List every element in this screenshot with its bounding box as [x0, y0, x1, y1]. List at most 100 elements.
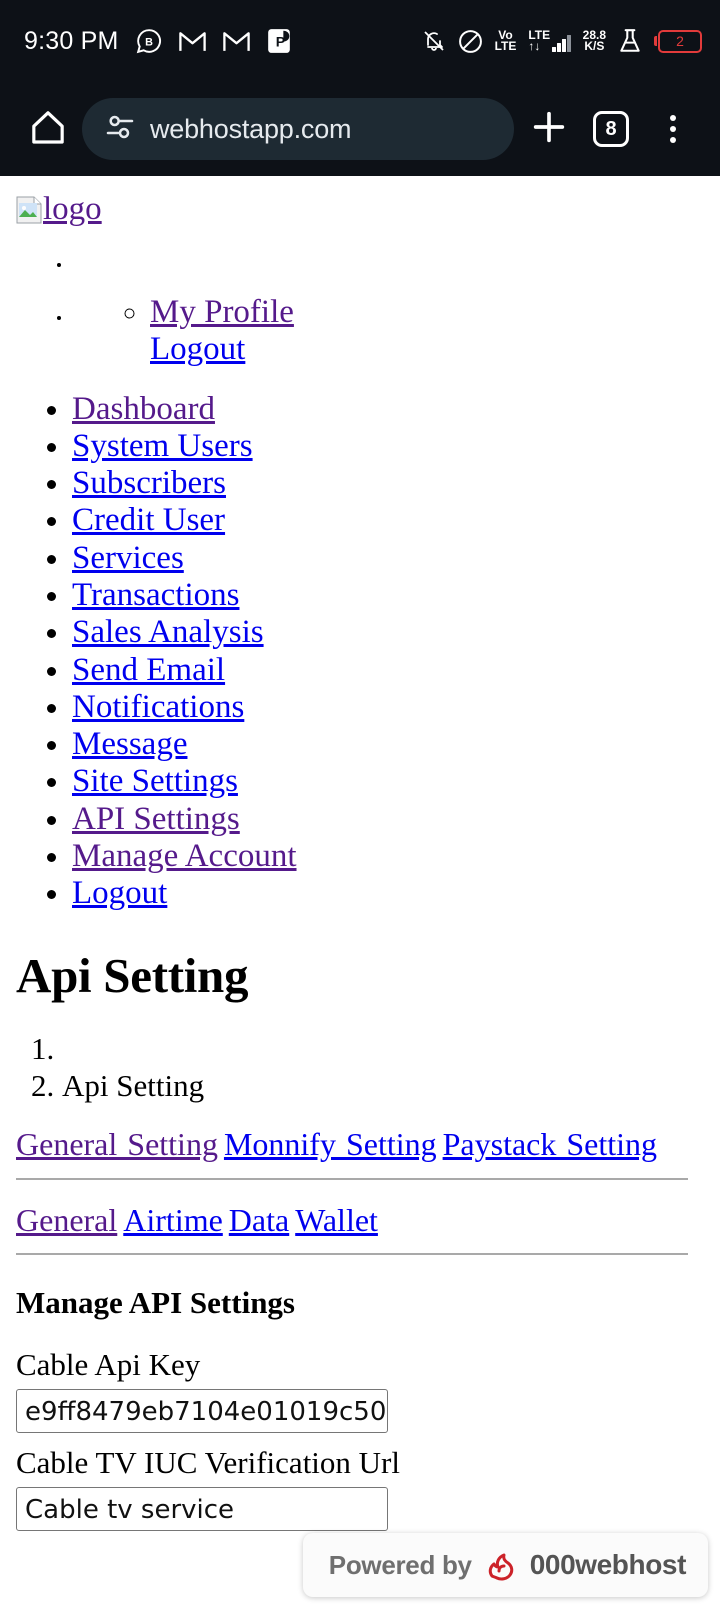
nav-item-message: Message	[72, 726, 720, 763]
nav-link-system-users[interactable]: System Users	[72, 428, 253, 464]
webhost-flame-icon	[482, 1546, 520, 1584]
nav-item-notifications: Notifications	[72, 689, 720, 726]
nav-link-dashboard[interactable]: Dashboard	[72, 391, 215, 427]
chat-bubble-b-icon: B	[136, 28, 162, 54]
webhost-brand-name: 000webhost	[529, 1549, 687, 1580]
nav-link-logout[interactable]: Logout	[72, 875, 167, 911]
status-bar-right: Vo LTE LTE ↑↓ 28.8 K/S 2	[422, 28, 702, 54]
home-icon	[28, 107, 68, 152]
breadcrumb: Api Setting	[0, 1030, 720, 1105]
tab-airtime[interactable]: Airtime	[123, 1202, 223, 1238]
logout-link-top[interactable]: Logout	[150, 331, 245, 367]
field-cable-tv-iuc-url: Cable TV IUC Verification Url Cable tv s…	[16, 1445, 720, 1532]
label-cable-tv-iuc-url: Cable TV IUC Verification Url	[16, 1445, 400, 1481]
my-profile-link[interactable]: My Profile	[150, 294, 294, 330]
tune-sliders-icon[interactable]	[104, 111, 136, 148]
site-logo-area[interactable]: logo	[0, 176, 720, 228]
page-title: Api Setting	[16, 947, 249, 1003]
user-menu-item: My Profile Logout	[150, 294, 720, 369]
nav-item-api-settings: API Settings	[72, 801, 720, 838]
nav-link-notifications[interactable]: Notifications	[72, 689, 244, 725]
list-item-empty	[72, 256, 720, 294]
browser-menu-button[interactable]	[646, 102, 700, 156]
lte-signal-icon: LTE ↑↓	[528, 29, 571, 53]
network-speed-indicator: 28.8 K/S	[583, 29, 606, 53]
user-submenu: My Profile Logout	[72, 294, 720, 369]
nav-link-services[interactable]: Services	[72, 540, 184, 576]
section-title: Manage API Settings	[16, 1285, 295, 1321]
battery-cap	[654, 36, 657, 46]
nav-link-manage-account[interactable]: Manage Account	[72, 838, 297, 874]
nav-link-credit-user[interactable]: Credit User	[72, 502, 225, 538]
nav-item-transactions: Transactions	[72, 577, 720, 614]
label-cable-api-key: Cable Api Key	[16, 1347, 201, 1383]
status-clock: 9:30 PM	[24, 26, 119, 55]
nav-item-system-users: System Users	[72, 428, 720, 465]
powerpoint-icon: P	[267, 28, 291, 54]
nav-item-manage-account: Manage Account	[72, 838, 720, 875]
broken-image-icon	[16, 195, 42, 224]
webhost-powered-text: Powered by	[328, 1549, 472, 1580]
breadcrumb-item-empty	[62, 1030, 720, 1067]
lte-label: LTE ↑↓	[528, 29, 550, 53]
input-cable-api-key[interactable]: e9ff8479eb7104e01019c503ab	[16, 1389, 388, 1434]
tab-monnify-setting[interactable]: Monnify Setting	[224, 1126, 437, 1162]
nav-item-send-email: Send Email	[72, 652, 720, 689]
battery-level: 2	[658, 29, 702, 53]
web-page-content: logo My Profile Logout Dashboard System …	[0, 176, 720, 1611]
input-cable-tv-iuc-url[interactable]: Cable tv service	[16, 1487, 388, 1532]
plus-icon	[529, 107, 569, 152]
nav-link-sales-analysis[interactable]: Sales Analysis	[72, 614, 264, 650]
android-status-bar: 9:30 PM B P Vo LTE LTE ↑↓ 28.8 K/S 2	[0, 0, 720, 82]
user-menu-list: My Profile Logout	[0, 256, 720, 369]
nav-link-site-settings[interactable]: Site Settings	[72, 763, 238, 799]
nav-item-services: Services	[72, 540, 720, 577]
divider-2	[16, 1253, 688, 1256]
url-bar[interactable]: webhostapp.com	[82, 98, 514, 160]
url-text: webhostapp.com	[150, 113, 352, 144]
divider-1	[16, 1177, 688, 1180]
tab-general-setting[interactable]: General Setting	[16, 1126, 218, 1162]
gateway-tabs: General Setting Monnify Setting Paystack S…	[0, 1126, 720, 1163]
network-speed-unit: K/S	[584, 39, 605, 53]
service-tabs: General Airtime Data Wallet	[0, 1202, 720, 1239]
tab-general[interactable]: General	[16, 1202, 117, 1238]
home-button[interactable]	[22, 103, 74, 155]
browser-toolbar: webhostapp.com 8	[0, 82, 720, 176]
new-tab-button[interactable]	[522, 102, 576, 156]
nav-item-credit-user: Credit User	[72, 502, 720, 539]
nav-link-send-email[interactable]: Send Email	[72, 652, 225, 688]
main-navigation: Dashboard System Users Subscribers Credi…	[0, 391, 720, 913]
gmail-icon	[222, 30, 250, 52]
tab-switcher-button[interactable]: 8	[584, 102, 638, 156]
three-dot-menu-icon	[670, 115, 676, 143]
signal-bars-icon	[552, 35, 571, 52]
nav-link-message[interactable]: Message	[72, 726, 187, 762]
flask-icon	[618, 28, 642, 54]
nav-item-dashboard: Dashboard	[72, 391, 720, 428]
webhost-badge[interactable]: Powered by 000webhost	[302, 1533, 708, 1597]
status-bar-left: 9:30 PM B P	[24, 27, 291, 56]
do-not-disturb-icon	[458, 29, 483, 54]
nav-link-api-settings[interactable]: API Settings	[72, 801, 240, 837]
volte-icon: Vo LTE	[494, 29, 517, 53]
tab-count: 8	[593, 111, 629, 147]
tab-paystack-setting[interactable]: Paystack Setting	[443, 1126, 657, 1162]
tab-wallet[interactable]: Wallet	[295, 1202, 378, 1238]
nav-item-subscribers: Subscribers	[72, 465, 720, 502]
battery-indicator: 2	[654, 29, 702, 53]
gmail-icon	[178, 30, 206, 52]
volte-line-2: LTE	[494, 39, 517, 53]
nav-link-transactions[interactable]: Transactions	[72, 577, 239, 613]
logo-link[interactable]: logo	[43, 191, 102, 227]
nav-item-logout: Logout	[72, 875, 720, 912]
nav-item-sales-analysis: Sales Analysis	[72, 614, 720, 651]
tab-data[interactable]: Data	[229, 1202, 289, 1238]
nav-item-site-settings: Site Settings	[72, 763, 720, 800]
list-item: My Profile Logout	[72, 294, 720, 369]
svg-text:B: B	[145, 36, 153, 48]
bell-off-icon	[422, 29, 446, 53]
field-cable-api-key: Cable Api Key e9ff8479eb7104e01019c503ab	[16, 1347, 720, 1434]
lte-line-2: ↑↓	[528, 39, 541, 53]
nav-link-subscribers[interactable]: Subscribers	[72, 465, 226, 501]
